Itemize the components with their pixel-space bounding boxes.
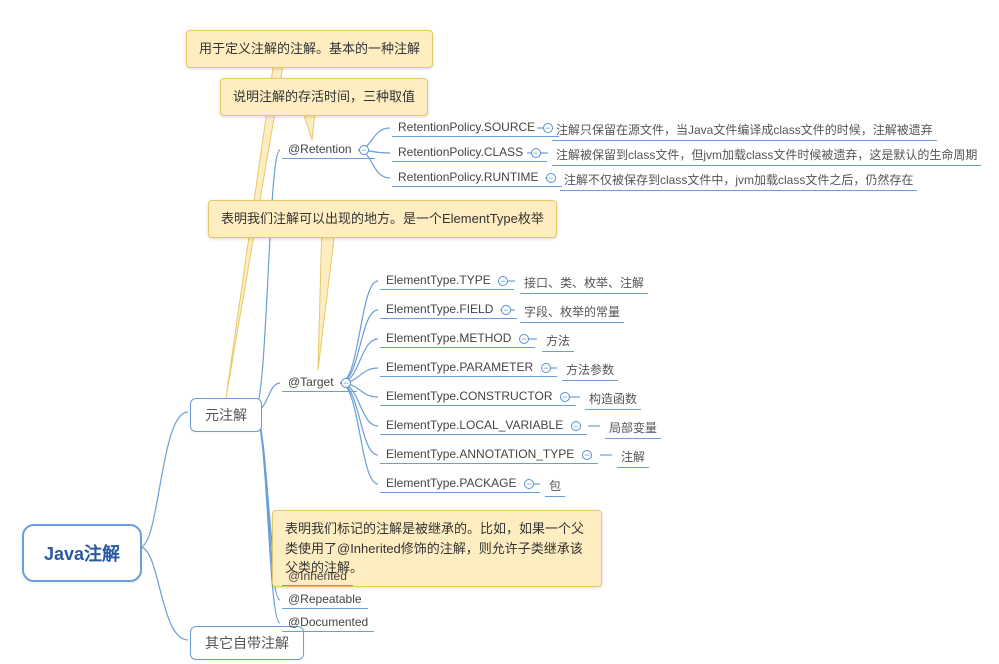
target-desc: 方法参数 — [562, 359, 618, 381]
target-item-label: ElementType.METHOD — [386, 331, 511, 345]
target-item-label: ElementType.TYPE — [386, 273, 491, 287]
target-desc: 接口、类、枚举、注解 — [520, 272, 648, 294]
collapse-icon[interactable]: − — [359, 145, 369, 155]
collapse-icon[interactable]: − — [582, 450, 592, 460]
collapse-icon[interactable]: − — [571, 421, 581, 431]
retention-item[interactable]: RetentionPolicy.RUNTIME − — [392, 166, 562, 187]
retention-item-label: RetentionPolicy.CLASS — [398, 145, 523, 159]
collapse-icon[interactable]: − — [560, 392, 570, 402]
annotation-retention-text: 说明注解的存活时间，三种取值 — [233, 89, 415, 104]
node-retention-label: @Retention — [288, 142, 352, 156]
target-item[interactable]: ElementType.FIELD − — [380, 298, 517, 319]
target-item-label: ElementType.LOCAL_VARIABLE — [386, 418, 563, 432]
annotation-target: 表明我们注解可以出现的地方。是一个ElementType枚举 — [208, 200, 557, 238]
target-desc: 方法 — [542, 330, 574, 352]
target-item-label: ElementType.ANNOTATION_TYPE — [386, 447, 574, 461]
target-item-label: ElementType.FIELD — [386, 302, 493, 316]
node-target[interactable]: @Target − — [282, 371, 357, 392]
collapse-icon[interactable]: − — [341, 378, 351, 388]
collapse-icon[interactable]: − — [531, 148, 541, 158]
retention-item-label: RetentionPolicy.SOURCE — [398, 120, 535, 134]
target-item[interactable]: ElementType.PACKAGE − — [380, 472, 540, 493]
collapse-icon[interactable]: − — [541, 363, 551, 373]
annotation-target-text: 表明我们注解可以出现的地方。是一个ElementType枚举 — [221, 211, 544, 226]
collapse-icon[interactable]: − — [498, 276, 508, 286]
target-desc: 局部变量 — [605, 417, 661, 439]
target-item[interactable]: ElementType.METHOD − — [380, 327, 535, 348]
collapse-icon[interactable]: − — [524, 479, 534, 489]
target-desc: 包 — [545, 475, 565, 497]
target-item-label: ElementType.PARAMETER — [386, 360, 533, 374]
target-item[interactable]: ElementType.PARAMETER − — [380, 356, 557, 377]
retention-item[interactable]: RetentionPolicy.CLASS − — [392, 141, 547, 162]
retention-item-label: RetentionPolicy.RUNTIME — [398, 170, 538, 184]
node-repeatable[interactable]: @Repeatable — [282, 588, 368, 609]
target-desc: 字段、枚举的常量 — [520, 301, 624, 323]
retention-desc: 注解被保留到class文件，但jvm加载class文件时候被遗弃，这是默认的生命… — [552, 144, 981, 166]
target-item[interactable]: ElementType.LOCAL_VARIABLE − — [380, 414, 587, 435]
node-documented[interactable]: @Documented — [282, 611, 374, 632]
root-node[interactable]: Java注解 — [22, 524, 142, 582]
target-desc: 构造函数 — [585, 388, 641, 410]
retention-desc: 注解只保留在源文件，当Java文件编译成class文件的时候，注解被遗弃 — [552, 119, 937, 141]
branch-meta-label: 元注解 — [205, 407, 247, 423]
collapse-icon[interactable]: − — [519, 334, 529, 344]
annotation-basic: 用于定义注解的注解。基本的一种注解 — [186, 30, 433, 68]
node-retention[interactable]: @Retention − — [282, 138, 375, 159]
branch-other-label: 其它自带注解 — [205, 635, 289, 651]
node-inherited[interactable]: @Inherited — [282, 565, 353, 586]
node-repeatable-label: @Repeatable — [288, 592, 362, 606]
collapse-icon[interactable]: − — [501, 305, 511, 315]
target-desc: 注解 — [617, 446, 649, 468]
target-item[interactable]: ElementType.TYPE − — [380, 269, 514, 290]
target-item[interactable]: ElementType.CONSTRUCTOR − — [380, 385, 576, 406]
target-item[interactable]: ElementType.ANNOTATION_TYPE − — [380, 443, 598, 464]
node-documented-label: @Documented — [288, 615, 368, 629]
branch-meta[interactable]: 元注解 — [190, 398, 262, 432]
collapse-icon[interactable]: − — [546, 173, 556, 183]
node-inherited-label: @Inherited — [288, 569, 347, 583]
node-target-label: @Target — [288, 375, 334, 389]
annotation-basic-text: 用于定义注解的注解。基本的一种注解 — [199, 41, 420, 56]
target-item-label: ElementType.PACKAGE — [386, 476, 517, 490]
retention-item[interactable]: RetentionPolicy.SOURCE − — [392, 116, 559, 137]
retention-desc: 注解不仅被保存到class文件中，jvm加载class文件之后，仍然存在 — [560, 169, 917, 191]
target-item-label: ElementType.CONSTRUCTOR — [386, 389, 552, 403]
root-label: Java注解 — [44, 544, 120, 564]
annotation-retention: 说明注解的存活时间，三种取值 — [220, 78, 428, 116]
